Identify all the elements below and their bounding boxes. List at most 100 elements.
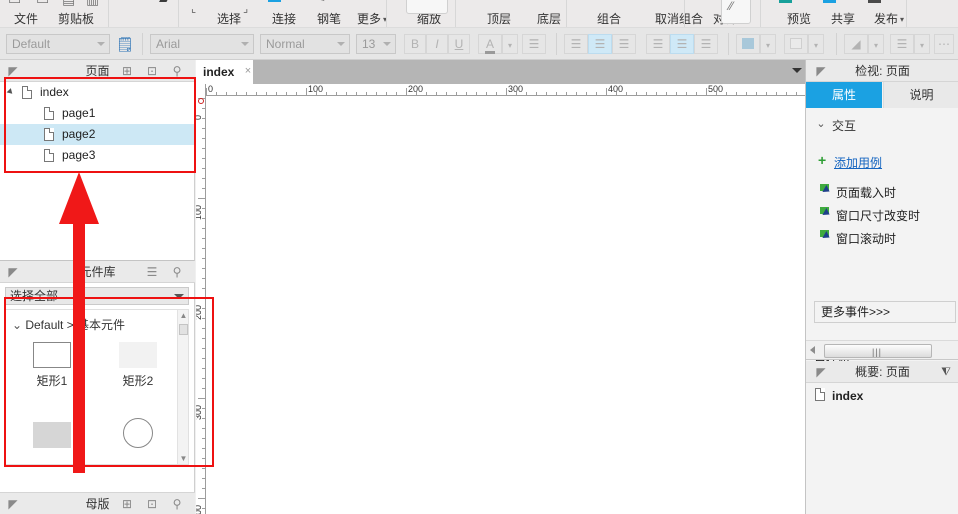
ribbon-group-9[interactable]: 组合 [597,13,621,25]
shadow-dropdown[interactable]: ▾ [808,34,824,54]
page-tree-item[interactable]: index [0,82,195,103]
ribbon-group-10[interactable]: 取消组合 [655,13,703,25]
search-icon[interactable]: ⚲ [170,64,184,78]
preview-icon[interactable]: ▬ [779,0,792,6]
publish-icon[interactable]: ▬ [868,0,881,6]
line-width-dropdown[interactable]: ▾ [914,34,930,54]
underline-button[interactable]: U [448,34,470,54]
font-family-select[interactable]: Arial [150,34,254,54]
ribbon-group-6[interactable]: 缩放 [417,13,441,25]
search-icon[interactable]: ⚲ [170,265,184,279]
scroll-left-icon[interactable] [810,346,815,354]
page-tree-item[interactable]: page2 [0,124,195,145]
bullet-list-button[interactable]: ☰ [522,34,546,54]
library-select[interactable]: 选择全部 [5,287,189,305]
widget-item-rect3[interactable] [22,422,82,448]
undo-icon[interactable]: ↶ [120,0,130,5]
format-painter-icon[interactable]: ▰ [159,0,169,7]
connector-icon[interactable]: ▬ [268,0,281,5]
page-tree-item[interactable]: page3 [0,145,195,166]
valign-middle-button[interactable]: ☰ [670,34,694,54]
ribbon-group-13[interactable]: 共享 [831,13,855,25]
tab-close-icon[interactable]: × [241,64,255,78]
font-weight-select[interactable]: Normal [260,34,350,54]
line-style-dropdown[interactable]: ▾ [868,34,884,54]
ribbon-group-8[interactable]: 底层 [537,13,561,25]
add-master-folder-icon[interactable]: ⊡ [145,497,159,511]
event-window-scroll[interactable]: 窗口滚动时 [836,230,896,247]
pen-icon[interactable]: ✎ [315,0,326,6]
inspector-horizontal-scrollbar[interactable]: ||| [806,340,958,360]
widget-item-rect2[interactable]: 矩形2 [108,342,168,389]
ribbon-group-label: 组合 [597,12,621,26]
shadow-button[interactable] [784,34,808,54]
open-icon[interactable]: ▭ [36,0,49,8]
ribbon-group-3[interactable]: 连接 [272,13,296,25]
italic-button[interactable]: I [426,34,448,54]
ribbon-group-5[interactable]: 更多▾ [357,13,387,26]
line-width-button[interactable]: ☰ [890,34,914,54]
align-center-button[interactable]: ☰ [588,34,612,54]
font-color-button[interactable]: A [478,34,502,54]
clipboard-icon[interactable]: ▤ [62,0,75,8]
font-color-dropdown[interactable]: ▾ [502,34,518,54]
file-icon[interactable]: ▭ [8,0,21,8]
italic-label: I [435,37,438,51]
zoom-field[interactable] [406,0,448,14]
ribbon-group-4[interactable]: 钢笔 [317,13,341,25]
style-select[interactable]: Default [6,34,110,54]
outline-item-index[interactable]: index [832,389,863,403]
bold-button[interactable]: B [404,34,426,54]
expand-triangle-icon[interactable] [7,88,15,96]
valign-top-button[interactable]: ☰ [646,34,670,54]
widget-group-header[interactable]: ⌄ Default > 基本元件 [12,316,125,333]
tab-overflow-chevron-down-icon[interactable] [792,68,802,73]
add-folder-icon[interactable]: ⊡ [145,64,159,78]
link-icon-button[interactable]: ⁄⁄ [721,0,751,24]
add-case-link[interactable]: 添加用例 [834,154,882,171]
search-icon[interactable]: ⚲ [170,497,184,511]
ribbon-group-2[interactable]: 选择 [217,13,241,25]
widgets-list-scrollbar[interactable]: ▲ ▼ [177,310,188,464]
menu-icon[interactable]: ☰ [145,265,159,279]
scroll-up-icon[interactable]: ▲ [179,311,188,320]
fill-color-dropdown[interactable]: ▾ [760,34,776,54]
plus-icon[interactable]: + [818,154,826,166]
page-tree-item[interactable]: page1 [0,103,195,124]
more-events-button[interactable]: 更多事件>>> [814,301,956,323]
style-editor-icon[interactable]: 🗒 [116,35,134,53]
widget-item-ellipse[interactable] [108,418,168,448]
scrollbar-thumb[interactable]: ||| [824,344,932,358]
add-master-icon[interactable]: ⊞ [120,497,134,511]
add-page-icon[interactable]: ⊞ [120,64,134,78]
event-page-load[interactable]: 页面载入时 [836,184,896,201]
widget-item-rect1[interactable]: 矩形1 [22,342,82,389]
event-window-resize[interactable]: 窗口尺寸改变时 [836,207,920,224]
paste-icon[interactable]: ▥ [86,0,99,8]
scrollbar-thumb[interactable] [179,324,188,335]
line-style-button[interactable]: ◢ [844,34,868,54]
chevron-down-icon[interactable]: ⌄ [816,117,826,130]
redo-icon[interactable]: ↷ [140,0,150,5]
ribbon-group-7[interactable]: 顶层 [487,13,511,25]
tab-notes[interactable]: 说明 [883,82,958,108]
line-dash-button[interactable]: ⋯ [934,34,954,54]
align-right-button[interactable]: ☰ [612,34,636,54]
canvas-sheet[interactable] [206,96,805,514]
align-left-button[interactable]: ☰ [564,34,588,54]
fill-color-button[interactable] [736,34,760,54]
ribbon-group-0[interactable]: 文件 [14,13,38,25]
filter-icon[interactable]: ⧨ [939,365,953,379]
tab-properties[interactable]: 属性 [806,82,882,108]
scroll-down-icon[interactable]: ▼ [179,454,188,463]
font-size-select[interactable]: 13 [356,34,396,54]
ribbon-group-12[interactable]: 预览 [787,13,811,25]
pages-tree[interactable]: indexpage1page2page3 [0,82,195,166]
widgets-list[interactable]: ⌄ Default > 基本元件 矩形1 矩形2 ▲ ▼ [5,309,189,465]
outline-body[interactable]: index [806,383,958,514]
valign-bottom-button[interactable]: ☰ [694,34,718,54]
chevron-down-icon[interactable]: ▾ [900,15,904,24]
ribbon-group-14[interactable]: 发布▾ [874,13,904,26]
ribbon-group-1[interactable]: 剪贴板 [58,13,94,25]
share-icon[interactable]: ▬ [823,0,836,6]
